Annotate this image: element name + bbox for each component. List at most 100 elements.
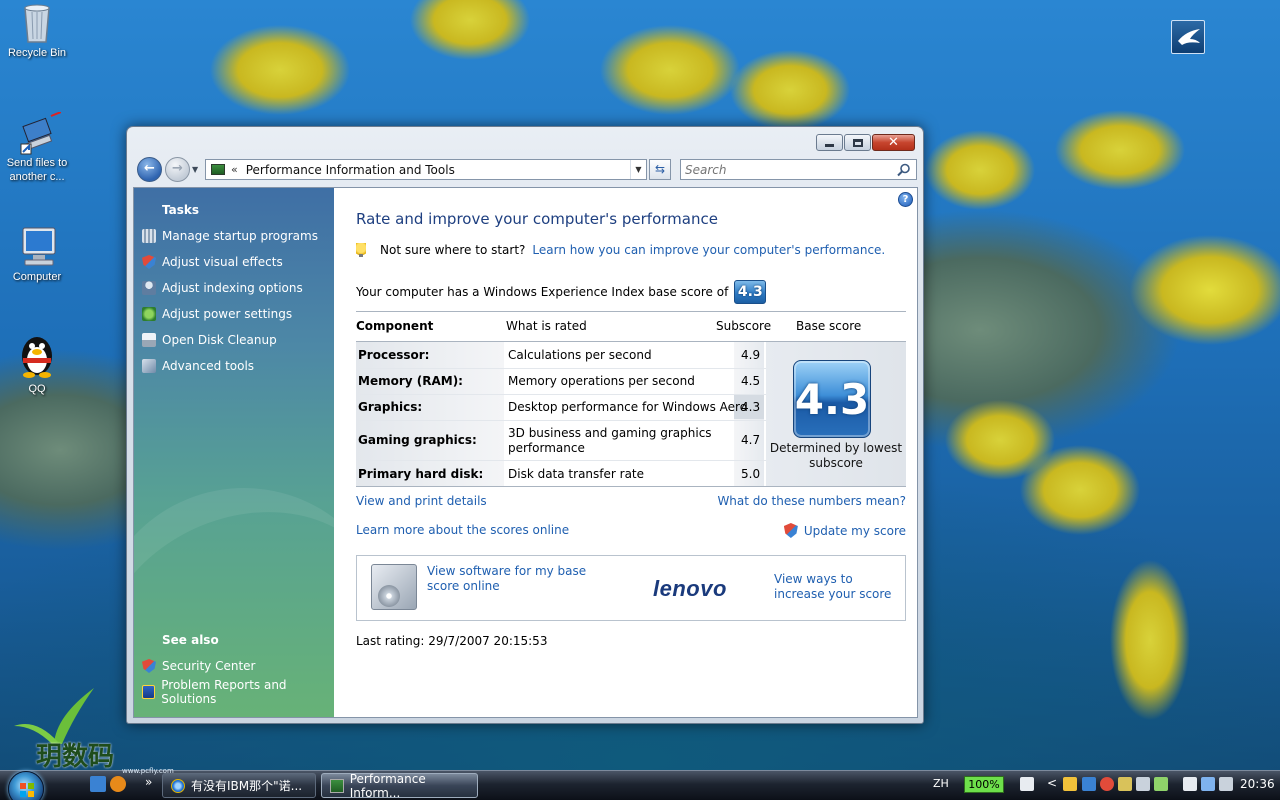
tray-security-icon[interactable]	[1118, 777, 1132, 791]
base-score-panel: 4.3 Determined by lowest subscore	[766, 342, 906, 486]
tray-alert-icon[interactable]	[1100, 777, 1114, 791]
tray-volume-icon[interactable]	[1219, 777, 1233, 791]
tray-device-icon[interactable]	[1183, 777, 1197, 791]
task-label: Manage startup programs	[162, 229, 318, 243]
power-plug-icon[interactable]	[1020, 777, 1034, 791]
address-bar[interactable]: « Performance Information and Tools ▼	[205, 159, 647, 180]
quick-launch-desktop-icon[interactable]	[90, 776, 106, 792]
quick-launch-media-icon[interactable]	[110, 776, 126, 792]
recent-pages-dropdown[interactable]: ▼	[192, 165, 201, 174]
maximize-button[interactable]	[844, 134, 871, 151]
maximize-icon	[852, 138, 863, 147]
lenovo-logo: lenovo	[653, 576, 727, 601]
software-box-icon	[371, 564, 417, 610]
row-divider	[356, 420, 766, 421]
page-title: Rate and improve your computer's perform…	[356, 210, 718, 228]
task-adjust-visual-effects[interactable]: Adjust visual effects	[142, 253, 283, 271]
component-name: Primary hard disk:	[358, 467, 484, 481]
breadcrumb-overflow-icon[interactable]: «	[231, 163, 238, 176]
update-score-wrapper: Update my score	[783, 523, 906, 538]
forward-button[interactable]: →	[165, 157, 190, 182]
window-controls: ✕	[816, 134, 915, 151]
see-also-heading: See also	[162, 633, 219, 647]
close-button[interactable]: ✕	[872, 134, 915, 151]
help-icon[interactable]: ?	[898, 192, 913, 207]
score-table: Processor: Calculations per second 4.9 M…	[356, 341, 906, 487]
navigation-bar: ← → ▼ « Performance Information and Tool…	[135, 157, 917, 183]
performance-window: ✕ ← → ▼ « Performance Information and To…	[126, 126, 924, 724]
task-open-disk-cleanup[interactable]: Open Disk Cleanup	[142, 331, 277, 349]
view-software-link[interactable]: View software for my base score online	[427, 564, 617, 594]
improve-performance-link[interactable]: Learn how you can improve your computer'…	[532, 243, 885, 257]
numbers-meaning-link[interactable]: What do these numbers mean?	[717, 494, 906, 508]
taskbar-button-label: 有没有IBM那个"诺...	[191, 779, 303, 793]
tray-signal-icon[interactable]	[1136, 777, 1150, 791]
quick-launch-overflow-icon[interactable]: »	[145, 775, 152, 789]
desktop-icon-computer[interactable]: Computer	[0, 226, 74, 284]
column-header-component: Component	[356, 319, 434, 333]
subscore: 4.3	[741, 400, 761, 414]
tools-icon	[142, 359, 156, 373]
component-name: Gaming graphics:	[358, 433, 477, 447]
task-manage-startup-programs[interactable]: Manage startup programs	[142, 227, 318, 245]
learn-more-scores-link[interactable]: Learn more about the scores online	[356, 523, 569, 537]
computer-icon	[17, 226, 57, 266]
clock[interactable]: 20:36	[1240, 777, 1275, 791]
desktop-icon-label: QQ	[28, 383, 46, 395]
forward-arrow-icon: →	[172, 161, 183, 176]
uac-shield-icon	[783, 523, 798, 538]
gadget-bird-icon[interactable]	[1171, 20, 1205, 54]
row-divider	[356, 460, 766, 461]
desktop-icon-recycle-bin[interactable]: Recycle Bin	[0, 2, 74, 60]
view-print-details-link[interactable]: View and print details	[356, 494, 487, 508]
search-input[interactable]	[685, 160, 885, 179]
desktop-icon-send-files[interactable]: Send files to another c...	[0, 111, 74, 184]
what-is-rated: Desktop performance for Windows Aero	[508, 400, 748, 414]
taskbar-button-ie[interactable]: 有没有IBM那个"诺...	[162, 773, 316, 798]
view-ways-increase-link[interactable]: View ways to increase your score	[774, 572, 904, 602]
score-table-header: Component What is rated Subscore Base sc…	[356, 319, 906, 337]
tray-lock-icon[interactable]	[1063, 777, 1077, 791]
control-panel-icon	[330, 778, 344, 793]
see-also-problem-reports[interactable]: Problem Reports and Solutions	[142, 678, 334, 706]
tray-network-icon[interactable]	[1082, 777, 1096, 791]
back-button[interactable]: ←	[137, 157, 162, 182]
refresh-button[interactable]: ⇆	[649, 159, 671, 180]
internet-explorer-icon	[171, 778, 185, 793]
start-button[interactable]	[8, 771, 44, 800]
base-score-value: 4.3	[794, 375, 870, 424]
watermark-text: 玥数码	[36, 742, 115, 772]
tray-expand-icon[interactable]: <	[1047, 776, 1057, 790]
last-rating: Last rating: 29/7/2007 20:15:53	[356, 634, 548, 648]
subscore: 4.7	[741, 433, 761, 447]
base-score-badge[interactable]: 4.3	[793, 360, 871, 438]
battery-indicator[interactable]: 100%	[964, 776, 1004, 793]
shield-icon	[142, 659, 156, 673]
task-advanced-tools[interactable]: Advanced tools	[142, 357, 254, 375]
tray-flag-icon[interactable]	[1154, 777, 1168, 791]
search-icon[interactable]	[897, 163, 911, 177]
tip-line: Not sure where to start? Learn how you c…	[356, 243, 885, 257]
see-also-label: Security Center	[162, 659, 256, 673]
what-is-rated: Calculations per second	[508, 348, 652, 362]
update-my-score-link[interactable]: Update my score	[804, 524, 906, 538]
watermark-logo: 玥数码	[14, 686, 124, 772]
tray-monitor-icon[interactable]	[1201, 777, 1215, 791]
oem-offer-box: View software for my base score online l…	[356, 555, 906, 621]
language-indicator[interactable]: ZH	[933, 777, 949, 790]
minimize-button[interactable]	[816, 134, 843, 151]
component-column-bg	[356, 342, 504, 486]
task-adjust-power-settings[interactable]: Adjust power settings	[142, 305, 292, 323]
address-dropdown-button[interactable]: ▼	[630, 160, 646, 179]
task-adjust-indexing-options[interactable]: Adjust indexing options	[142, 279, 303, 297]
indexing-icon	[142, 281, 156, 295]
see-also-security-center[interactable]: Security Center	[142, 657, 255, 675]
breadcrumb[interactable]: Performance Information and Tools	[246, 163, 630, 177]
taskbar-button-label: Performance Inform...	[349, 771, 426, 800]
send-files-icon	[17, 111, 62, 155]
taskbar-button-performance[interactable]: Performance Inform...	[321, 771, 478, 800]
base-score-caption: Determined by lowest subscore	[769, 441, 903, 470]
base-score-badge-small: 4.3	[734, 280, 767, 304]
search-box[interactable]	[680, 159, 917, 180]
desktop-icon-qq[interactable]: QQ	[0, 332, 74, 396]
